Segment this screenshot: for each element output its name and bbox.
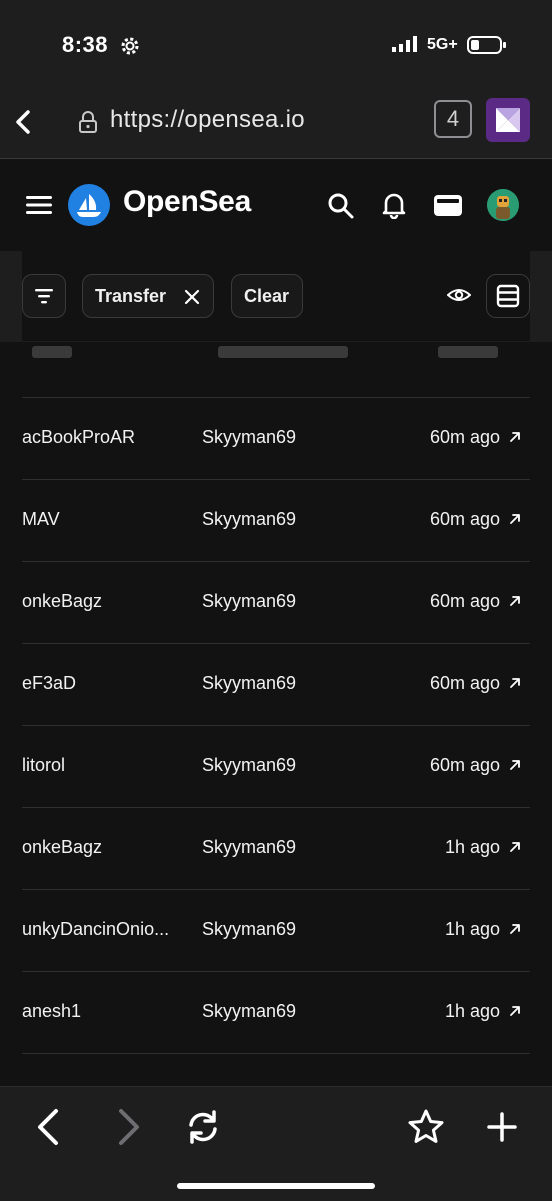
- from-user[interactable]: Skyyman69: [202, 919, 296, 940]
- event-time[interactable]: 60m ago: [430, 509, 500, 530]
- wallet-icon[interactable]: [433, 192, 463, 218]
- item-name[interactable]: onkeBagz: [22, 591, 102, 612]
- event-time[interactable]: 60m ago: [430, 591, 500, 612]
- event-time[interactable]: 1h ago: [445, 1001, 500, 1022]
- table-row[interactable]: onkeBagz Skyyman69 60m ago: [22, 561, 530, 643]
- gear-icon: [119, 35, 141, 57]
- from-user[interactable]: Skyyman69: [202, 591, 296, 612]
- table-row[interactable]: MAV Skyyman69 60m ago: [22, 479, 530, 561]
- bell-icon[interactable]: [381, 191, 407, 219]
- brand-name[interactable]: OpenSea: [123, 185, 251, 219]
- external-link-icon[interactable]: [508, 758, 522, 772]
- browser-url-bar: https://opensea.io 4: [0, 92, 552, 159]
- item-name[interactable]: acBookProAR: [22, 427, 135, 448]
- transfer-chip-label: Transfer: [95, 286, 167, 306]
- event-time[interactable]: 1h ago: [445, 919, 500, 940]
- transfer-filter-chip[interactable]: Transfer: [82, 274, 214, 318]
- external-link-icon[interactable]: [508, 840, 522, 854]
- forward-arrow-icon[interactable]: [113, 1107, 143, 1147]
- item-name[interactable]: eF3aD: [22, 673, 76, 694]
- status-bar: 8:38 5G+: [0, 0, 552, 92]
- close-icon[interactable]: [183, 288, 201, 306]
- battery-icon: [467, 35, 507, 55]
- event-time[interactable]: 60m ago: [430, 673, 500, 694]
- filter-icon: [35, 289, 53, 304]
- from-user[interactable]: Skyyman69: [202, 1001, 296, 1022]
- star-icon[interactable]: [406, 1107, 446, 1147]
- signal-icon: [392, 36, 418, 52]
- clear-button[interactable]: Clear: [231, 274, 303, 318]
- extension-icon[interactable]: [486, 98, 530, 142]
- item-name[interactable]: MAV: [22, 509, 60, 530]
- external-link-icon[interactable]: [508, 1004, 522, 1018]
- eye-icon[interactable]: [447, 285, 471, 305]
- menu-icon[interactable]: [26, 195, 52, 215]
- event-time[interactable]: 1h ago: [445, 837, 500, 858]
- back-icon[interactable]: [8, 102, 40, 142]
- table-row[interactable]: eF3aD Skyyman69 60m ago: [22, 643, 530, 725]
- table-row[interactable]: anesh1 Skyyman69 1h ago: [22, 971, 530, 1053]
- external-link-icon[interactable]: [508, 430, 522, 444]
- back-arrow-icon[interactable]: [34, 1107, 64, 1147]
- plus-icon[interactable]: [486, 1107, 518, 1147]
- filter-button[interactable]: [22, 274, 66, 318]
- filter-bar: Transfer Clear: [22, 251, 530, 341]
- event-time[interactable]: 60m ago: [430, 755, 500, 776]
- external-link-icon[interactable]: [508, 512, 522, 526]
- partial-row: [22, 342, 530, 397]
- partial-row-fragment: [218, 346, 348, 358]
- from-user[interactable]: Skyyman69: [202, 837, 296, 858]
- item-name[interactable]: onkeBagz: [22, 837, 102, 858]
- site-header: OpenSea: [0, 159, 552, 251]
- external-link-icon[interactable]: [508, 594, 522, 608]
- list-view-icon: [496, 284, 520, 308]
- external-link-icon[interactable]: [508, 676, 522, 690]
- partial-row-fragment: [32, 346, 72, 358]
- clear-label: Clear: [244, 286, 290, 306]
- reload-icon[interactable]: [183, 1107, 223, 1147]
- table-row[interactable]: unkyDancinOnio... Skyyman69 1h ago: [22, 889, 530, 971]
- item-name[interactable]: unkyDancinOnio...: [22, 919, 169, 940]
- from-user[interactable]: Skyyman69: [202, 509, 296, 530]
- table-row[interactable]: acBookProAR Skyyman69 60m ago: [22, 397, 530, 479]
- external-link-icon[interactable]: [508, 922, 522, 936]
- url-text[interactable]: https://opensea.io: [110, 106, 305, 134]
- search-icon[interactable]: [327, 192, 355, 220]
- avatar[interactable]: [487, 189, 519, 221]
- list-view-button[interactable]: [486, 274, 530, 318]
- item-name[interactable]: litorol: [22, 755, 65, 776]
- lock-icon: [78, 110, 98, 134]
- event-time[interactable]: 60m ago: [430, 427, 500, 448]
- table-row[interactable]: onkeBagz Skyyman69 1h ago: [22, 807, 530, 889]
- from-user[interactable]: Skyyman69: [202, 673, 296, 694]
- from-user[interactable]: Skyyman69: [202, 755, 296, 776]
- status-time: 8:38: [62, 32, 109, 57]
- network-type: 5G+: [427, 36, 458, 53]
- home-indicator[interactable]: [177, 1183, 375, 1189]
- table-row-divider: [22, 1053, 530, 1086]
- item-name[interactable]: anesh1: [22, 1001, 81, 1022]
- tabs-icon[interactable]: 4: [434, 100, 472, 138]
- table-row[interactable]: litorol Skyyman69 60m ago: [22, 725, 530, 807]
- partial-row-fragment: [438, 346, 498, 358]
- from-user[interactable]: Skyyman69: [202, 427, 296, 448]
- opensea-logo-icon[interactable]: [68, 184, 110, 226]
- activity-list: acBookProAR Skyyman69 60m ago MAV Skyyma…: [0, 342, 552, 1086]
